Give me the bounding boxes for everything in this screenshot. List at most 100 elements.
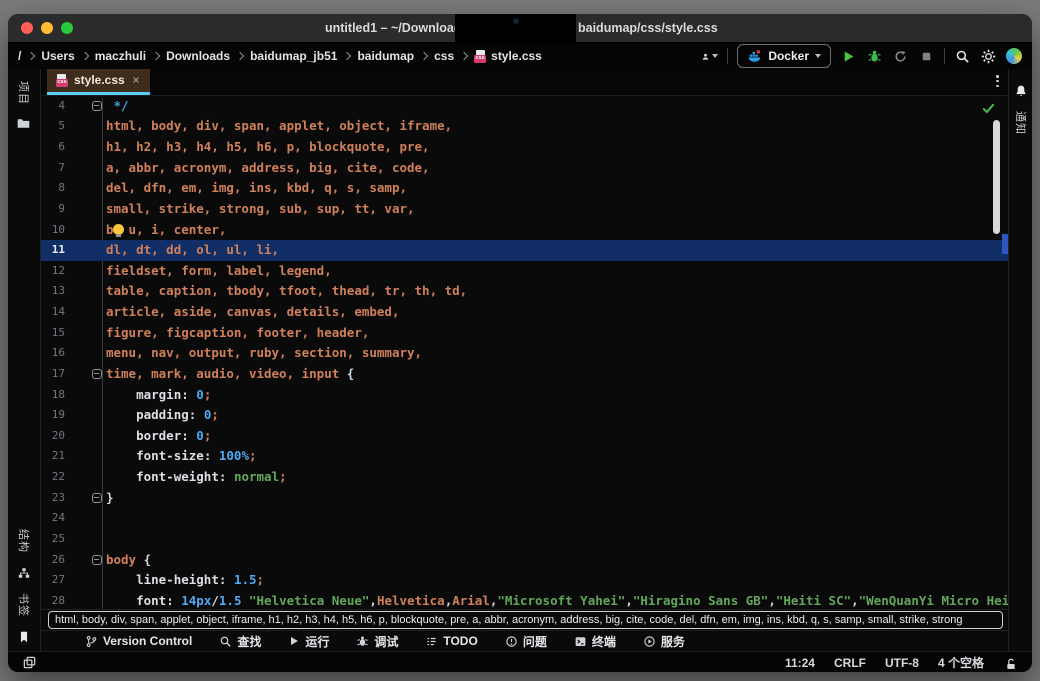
line-number[interactable]: 16 [41, 343, 65, 364]
line-number[interactable]: 7 [41, 158, 65, 179]
breadcrumb-item[interactable]: Users [41, 49, 74, 63]
line-number[interactable]: 14 [41, 302, 65, 323]
line-number[interactable]: 20 [41, 426, 65, 447]
search-everywhere-icon[interactable] [954, 48, 971, 65]
breadcrumb-item[interactable]: css [434, 49, 454, 63]
run-button[interactable] [840, 48, 857, 65]
file-encoding[interactable]: UTF-8 [885, 656, 919, 670]
unlocked-icon[interactable] [1003, 655, 1019, 671]
code-line[interactable]: 17time, mark, audio, video, input { [41, 364, 1008, 385]
code-line[interactable]: 22 font-weight: normal; [41, 467, 1008, 488]
code-line[interactable]: 15figure, figcaption, footer, header, [41, 323, 1008, 344]
line-number[interactable]: 11 [41, 240, 65, 261]
close-tab-icon[interactable] [131, 75, 141, 85]
code-line[interactable]: 20 border: 0; [41, 426, 1008, 447]
more-options-icon[interactable] [996, 75, 999, 87]
minimize-window-button[interactable] [41, 22, 53, 34]
breadcrumb-item[interactable]: baidumap_jb51 [250, 49, 337, 63]
breadcrumb-file[interactable]: style.css [491, 49, 542, 63]
run-configuration-select[interactable]: Docker [737, 44, 831, 68]
breadcrumb-item[interactable]: Downloads [166, 49, 230, 63]
line-number[interactable]: 5 [41, 116, 65, 137]
code-editor[interactable]: 4 */5html, body, div, span, applet, obje… [41, 96, 1008, 609]
tool-window-bookmarks[interactable]: 书签 [8, 589, 40, 621]
code-line[interactable]: 10b, u, i, center, [41, 220, 1008, 241]
code-line[interactable]: 13table, caption, tbody, tfoot, thead, t… [41, 281, 1008, 302]
line-number[interactable]: 24 [41, 508, 65, 529]
profile-avatar-icon[interactable] [701, 48, 718, 65]
code-line[interactable]: 28 font: 14px/1.5 "Helvetica Neue",Helve… [41, 591, 1008, 609]
line-number[interactable]: 13 [41, 281, 65, 302]
code-line[interactable]: 26body { [41, 550, 1008, 571]
tool-window-button-run[interactable]: 运行 [288, 633, 329, 650]
code-line[interactable]: 4 */ [41, 96, 1008, 117]
line-number[interactable]: 9 [41, 199, 65, 220]
line-number[interactable]: 17 [41, 364, 65, 385]
breadcrumb-item[interactable]: / [18, 49, 21, 63]
line-number[interactable]: 4 [41, 96, 65, 117]
close-window-button[interactable] [21, 22, 33, 34]
line-number[interactable]: 12 [41, 261, 65, 282]
line-number[interactable]: 27 [41, 570, 65, 591]
structure-icon[interactable] [16, 565, 32, 581]
indent-setting[interactable]: 4 个空格 [938, 654, 984, 671]
folder-icon[interactable] [16, 115, 32, 131]
code-line[interactable]: 9small, strike, strong, sub, sup, tt, va… [41, 199, 1008, 220]
code-line[interactable]: 21 font-size: 100%; [41, 446, 1008, 467]
fold-marker-icon[interactable] [92, 493, 102, 503]
line-number[interactable]: 18 [41, 385, 65, 406]
code-line[interactable]: 25 [41, 529, 1008, 550]
code-line[interactable]: 8del, dfn, em, img, ins, kbd, q, s, samp… [41, 178, 1008, 199]
selector-breadcrumb[interactable]: html, body, div, span, applet, object, i… [48, 611, 1003, 629]
line-number[interactable]: 19 [41, 405, 65, 426]
tool-window-notifications[interactable]: 通知 [1009, 107, 1032, 139]
breadcrumb-item[interactable]: baidumap [357, 49, 414, 63]
line-number[interactable]: 6 [41, 137, 65, 158]
settings-gear-icon[interactable] [980, 48, 997, 65]
inspections-ok-icon[interactable] [982, 102, 995, 118]
bookmark-icon[interactable] [16, 629, 32, 645]
tool-window-structure[interactable]: 结构 [8, 525, 40, 557]
line-number[interactable]: 26 [41, 550, 65, 571]
line-number[interactable]: 23 [41, 488, 65, 509]
tool-window-button-git-branch[interactable]: Version Control [85, 634, 192, 648]
stop-button[interactable] [918, 48, 935, 65]
code-line[interactable]: 14article, aside, canvas, details, embed… [41, 302, 1008, 323]
code-line[interactable]: 7a, abbr, acronym, address, big, cite, c… [41, 158, 1008, 179]
tool-window-button-services[interactable]: 服务 [643, 633, 685, 650]
tool-window-button-search[interactable]: 查找 [219, 633, 261, 650]
editor-scrollbar-thumb[interactable] [993, 120, 1000, 234]
debug-button[interactable] [866, 48, 883, 65]
notifications-bell-icon[interactable] [1013, 83, 1029, 99]
tool-window-button-debug[interactable]: 调试 [356, 633, 398, 650]
tool-window-switcher-icon[interactable] [21, 655, 37, 671]
code-line[interactable]: 19 padding: 0; [41, 405, 1008, 426]
fold-marker-icon[interactable] [92, 369, 102, 379]
code-line[interactable]: 27 line-height: 1.5; [41, 570, 1008, 591]
code-line[interactable]: 5html, body, div, span, applet, object, … [41, 116, 1008, 137]
line-number[interactable]: 8 [41, 178, 65, 199]
code-line[interactable]: 12fieldset, form, label, legend, [41, 261, 1008, 282]
caret-position[interactable]: 11:24 [785, 656, 815, 670]
code-line[interactable]: 16menu, nav, output, ruby, section, summ… [41, 343, 1008, 364]
tool-window-button-todo[interactable]: TODO [425, 634, 477, 648]
line-number[interactable]: 10 [41, 220, 65, 241]
code-line-current[interactable]: 11dl, dt, dd, ol, ul, li, [41, 240, 1008, 261]
code-line[interactable]: 6h1, h2, h3, h4, h5, h6, p, blockquote, … [41, 137, 1008, 158]
tab-style-css[interactable]: css style.css [47, 69, 150, 95]
line-number[interactable]: 25 [41, 529, 65, 550]
code-line[interactable]: 24 [41, 508, 1008, 529]
fold-marker-icon[interactable] [92, 555, 102, 565]
code-line[interactable]: 23} [41, 488, 1008, 509]
tool-window-project[interactable]: 项目 [8, 77, 40, 109]
tool-window-button-problems[interactable]: 问题 [505, 633, 547, 650]
plugin-sphere-icon[interactable] [1006, 48, 1022, 64]
line-number[interactable]: 15 [41, 323, 65, 344]
tool-window-button-terminal[interactable]: 终端 [574, 633, 616, 650]
code-line[interactable]: 18 margin: 0; [41, 385, 1008, 406]
zoom-window-button[interactable] [61, 22, 73, 34]
fold-marker-icon[interactable] [92, 101, 102, 111]
line-number[interactable]: 21 [41, 446, 65, 467]
line-ending[interactable]: CRLF [834, 656, 866, 670]
profiler-button[interactable] [892, 48, 909, 65]
